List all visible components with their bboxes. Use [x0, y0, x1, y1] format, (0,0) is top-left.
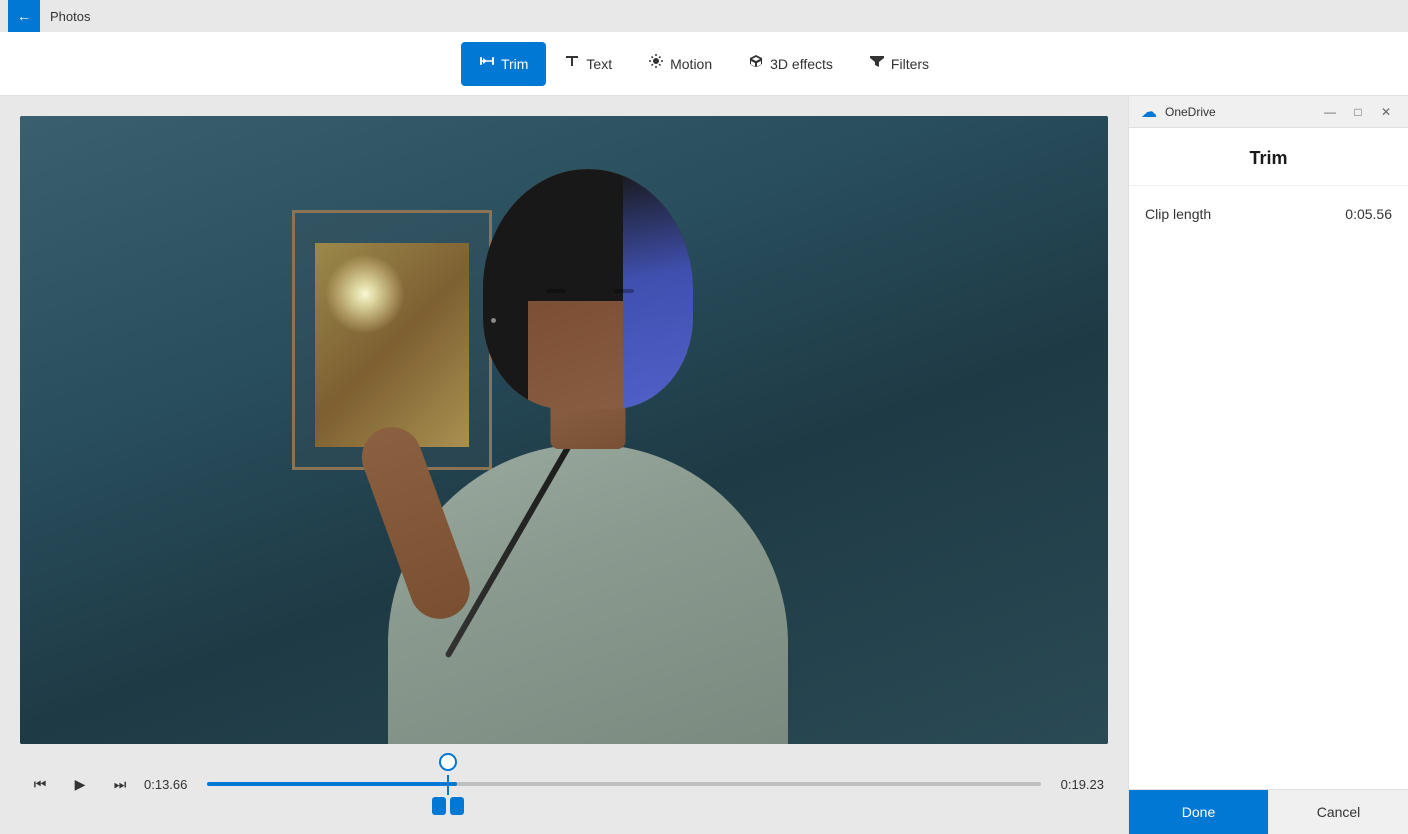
toolbar-filters-button[interactable]: Filters — [851, 42, 947, 86]
text-icon — [564, 53, 580, 74]
hair-left — [483, 169, 528, 409]
back-button[interactable]: ← — [8, 0, 40, 32]
title-bar: ← Photos — [0, 0, 1408, 32]
motion-icon — [648, 53, 664, 74]
play-icon: ▶ — [75, 776, 86, 793]
3deffects-icon — [748, 53, 764, 74]
current-time: 0:13.66 — [144, 777, 199, 792]
panel-title: Trim — [1129, 128, 1408, 186]
minimize-button[interactable]: — — [1320, 102, 1340, 122]
toolbar-trim-button[interactable]: Trim — [461, 42, 546, 86]
video-frame — [20, 116, 1108, 744]
toolbar: Trim Text Motion 3D effects — [0, 32, 1408, 96]
trim-connector — [447, 775, 449, 795]
play-button[interactable]: ▶ — [64, 768, 96, 800]
rewind-button[interactable]: ⏮ — [24, 768, 56, 800]
filters-icon — [869, 53, 885, 74]
person-head — [483, 169, 693, 409]
trim-label: Trim — [501, 56, 528, 72]
toolbar-3deffects-button[interactable]: 3D effects — [730, 42, 851, 86]
onedrive-icon: ☁ — [1141, 102, 1157, 122]
right-panel: ☁ OneDrive — □ ✕ Trim Clip length 0:05.5… — [1128, 96, 1408, 834]
text-label: Text — [586, 56, 612, 72]
app-title: Photos — [50, 9, 90, 24]
trim-body — [432, 797, 464, 815]
end-time: 0:19.23 — [1049, 777, 1104, 792]
cancel-button[interactable]: Cancel — [1268, 790, 1408, 834]
toolbar-motion-button[interactable]: Motion — [630, 42, 730, 86]
rewind-icon: ⏮ — [34, 776, 47, 793]
fast-forward-icon: ⏭ — [114, 776, 127, 793]
onedrive-header: ☁ OneDrive — □ ✕ — [1129, 96, 1408, 128]
clip-info: Clip length 0:05.56 — [1129, 186, 1408, 242]
video-section: ⏮ ▶ ⏭ 0:13.66 — [0, 96, 1128, 834]
trim-handle-group[interactable] — [432, 753, 464, 815]
video-container — [20, 116, 1108, 744]
toolbar-text-button[interactable]: Text — [546, 42, 630, 86]
onedrive-window-controls: — □ ✕ — [1320, 102, 1396, 122]
video-controls: ⏮ ▶ ⏭ 0:13.66 — [20, 744, 1108, 824]
filters-label: Filters — [891, 56, 929, 72]
clip-length-value: 0:05.56 — [1345, 206, 1392, 222]
trim-icon — [479, 53, 495, 74]
timeline-track[interactable] — [207, 782, 1041, 786]
done-button[interactable]: Done — [1129, 790, 1268, 834]
back-icon: ← — [17, 8, 31, 24]
fast-forward-button[interactable]: ⏭ — [104, 768, 136, 800]
motion-label: Motion — [670, 56, 712, 72]
onedrive-title: OneDrive — [1165, 105, 1216, 119]
main-area: ⏮ ▶ ⏭ 0:13.66 — [0, 96, 1408, 834]
eyebrow-right — [614, 289, 634, 293]
timeline-container[interactable] — [207, 754, 1041, 814]
eyebrow-left — [546, 289, 566, 293]
trim-handle-right[interactable] — [450, 797, 464, 815]
3deffects-label: 3D effects — [770, 56, 833, 72]
panel-buttons: Done Cancel — [1129, 789, 1408, 834]
trim-handle-left[interactable] — [432, 797, 446, 815]
maximize-button[interactable]: □ — [1348, 102, 1368, 122]
close-button[interactable]: ✕ — [1376, 102, 1396, 122]
trim-circle — [439, 753, 457, 771]
clip-length-label: Clip length — [1145, 206, 1211, 222]
earring — [491, 318, 496, 323]
onedrive-header-left: ☁ OneDrive — [1141, 102, 1216, 122]
timeline-progress — [207, 782, 457, 786]
